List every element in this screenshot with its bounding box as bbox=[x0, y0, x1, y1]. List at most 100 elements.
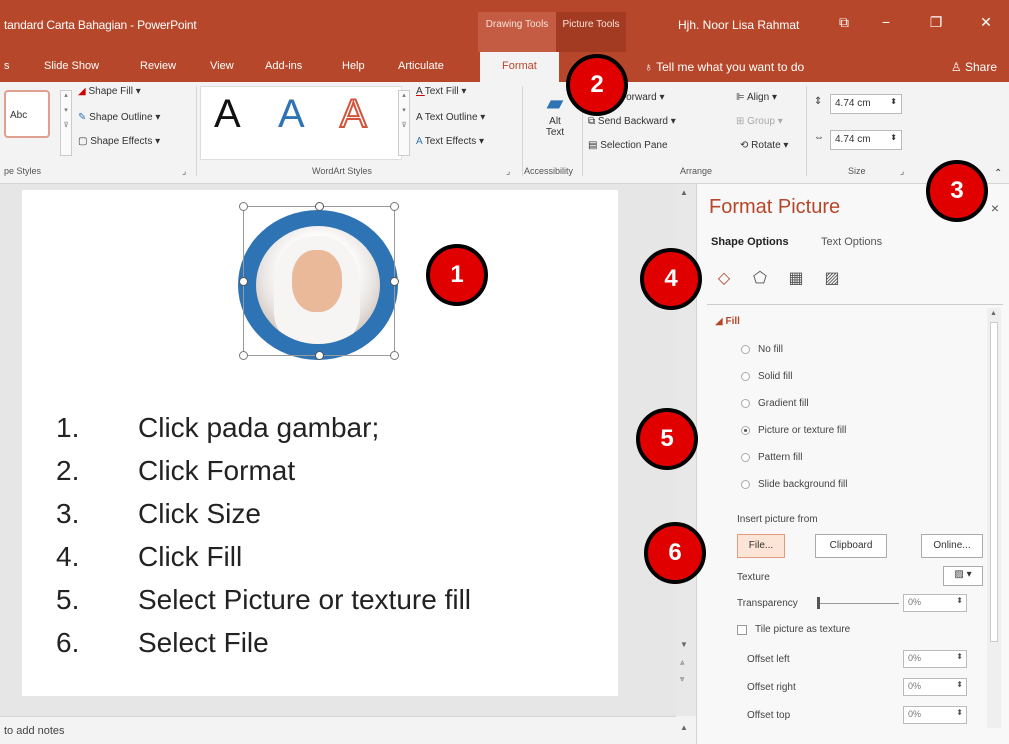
spinner-icon[interactable]: ⬍ bbox=[956, 652, 963, 661]
shape-effects-button[interactable]: ▢ Shape Effects ▾ bbox=[78, 136, 160, 147]
step-text: Click Format bbox=[138, 455, 296, 486]
resize-handle[interactable] bbox=[239, 202, 248, 211]
wordart-launcher-icon[interactable]: ⌟ bbox=[506, 166, 510, 177]
size-launcher-icon[interactable]: ⌟ bbox=[900, 166, 904, 177]
texture-picker[interactable]: ▨ ▾ bbox=[943, 566, 983, 586]
radio-no-fill[interactable]: No fill bbox=[741, 344, 783, 355]
share-button[interactable]: ♙ Share bbox=[951, 60, 997, 74]
transparency-slider-thumb[interactable] bbox=[817, 597, 820, 609]
user-name[interactable]: Hjh. Noor Lisa Rahmat bbox=[678, 18, 799, 32]
text-effects-button[interactable]: A Text Effects ▾ bbox=[416, 136, 484, 147]
resize-handle[interactable] bbox=[390, 202, 399, 211]
fill-line-icon[interactable]: ◇ bbox=[713, 268, 735, 290]
shape-width-field[interactable]: 4.74 cm ⬍ bbox=[830, 130, 902, 150]
width-spinner-icon[interactable]: ⬍ bbox=[890, 133, 897, 142]
drawing-tools-context-tab[interactable]: Drawing Tools bbox=[478, 12, 556, 52]
maximize-button[interactable]: ❐ bbox=[926, 14, 946, 31]
resize-handle[interactable] bbox=[239, 277, 248, 286]
resize-handle[interactable] bbox=[315, 351, 324, 360]
close-button[interactable]: ✕ bbox=[976, 14, 996, 31]
resize-handle[interactable] bbox=[390, 277, 399, 286]
notes-pane[interactable]: to add notes ▲ bbox=[0, 716, 688, 744]
radio-icon bbox=[741, 399, 750, 408]
shape-styles-launcher-icon[interactable]: ⌟ bbox=[182, 166, 186, 177]
tab-format[interactable]: Format bbox=[480, 52, 559, 82]
shape-height-field[interactable]: 4.74 cm ⬍ bbox=[830, 94, 902, 114]
offset-right-label: Offset right bbox=[747, 682, 796, 693]
shape-outline-button[interactable]: ✎ Shape Outline ▾ bbox=[78, 112, 160, 123]
tab-slide-show[interactable]: Slide Show bbox=[44, 60, 99, 72]
next-slide-icon[interactable]: ⩔ bbox=[680, 674, 685, 684]
size-properties-icon[interactable]: ▦ bbox=[785, 268, 807, 290]
wordart-style-outline[interactable]: A bbox=[339, 91, 368, 137]
pane-close-icon[interactable]: × bbox=[991, 200, 999, 216]
send-backward-button[interactable]: ⧉ Send Backward ▾ bbox=[588, 116, 676, 127]
group-button[interactable]: ⊞ Group ▾ bbox=[736, 116, 783, 127]
effects-pentagon-icon[interactable]: ⬠ bbox=[749, 268, 771, 290]
wordart-style-blue[interactable]: A bbox=[278, 92, 305, 137]
transparency-slider[interactable] bbox=[817, 603, 899, 604]
online-button[interactable]: Online... bbox=[921, 534, 983, 558]
resize-handle[interactable] bbox=[390, 351, 399, 360]
resize-handle[interactable] bbox=[239, 351, 248, 360]
shape-style-preset[interactable]: Abc bbox=[4, 90, 50, 138]
scroll-down-icon[interactable]: ▼ bbox=[680, 640, 688, 649]
offset-left-field[interactable]: 0% ⬍ bbox=[903, 650, 967, 668]
tab-help[interactable]: Help bbox=[342, 60, 365, 72]
clipboard-button[interactable]: Clipboard bbox=[815, 534, 887, 558]
tab-articulate[interactable]: Articulate bbox=[398, 60, 444, 72]
transparency-value: 0% bbox=[908, 597, 922, 607]
spinner-icon[interactable]: ⬍ bbox=[956, 708, 963, 717]
tab-text-options[interactable]: Text Options bbox=[821, 236, 882, 248]
tab-insert-partial[interactable]: s bbox=[4, 60, 10, 72]
wordart-styles-group-label: WordArt Styles bbox=[312, 166, 372, 176]
radio-slide-background-fill[interactable]: Slide background fill bbox=[741, 479, 848, 490]
shape-fill-button[interactable]: ◢ Shape Fill ▾ bbox=[78, 86, 141, 97]
radio-icon bbox=[741, 372, 750, 381]
pane-scrollbar[interactable]: ▲ bbox=[987, 308, 1001, 728]
insert-picture-from-label: Insert picture from bbox=[737, 514, 818, 525]
minimize-button[interactable]: − bbox=[876, 14, 896, 30]
picture-tools-context-tab[interactable]: Picture Tools bbox=[556, 12, 626, 52]
rotate-button[interactable]: ⟲ Rotate ▾ bbox=[740, 140, 788, 151]
radio-gradient-fill[interactable]: Gradient fill bbox=[741, 398, 809, 409]
radio-picture-texture-fill[interactable]: Picture or texture fill bbox=[741, 425, 846, 436]
alt-text-label-1: Alt bbox=[549, 116, 561, 127]
spinner-icon[interactable]: ⬍ bbox=[956, 680, 963, 689]
file-button[interactable]: File... bbox=[737, 534, 785, 558]
pane-scroll-up-icon[interactable]: ▲ bbox=[990, 310, 997, 317]
text-outline-icon: A bbox=[416, 112, 425, 123]
tile-picture-checkbox[interactable]: Tile picture as texture bbox=[737, 624, 850, 635]
notes-scroll-up-icon[interactable]: ▲ bbox=[680, 723, 688, 732]
radio-pattern-fill[interactable]: Pattern fill bbox=[741, 452, 802, 463]
wordart-gallery-scroll[interactable]: ▴ ▾ ⊽ bbox=[398, 90, 410, 156]
tab-shape-options[interactable]: Shape Options bbox=[711, 236, 789, 248]
collapse-ribbon-icon[interactable]: ⌃ bbox=[994, 168, 1002, 179]
tab-view[interactable]: View bbox=[210, 60, 234, 72]
tab-add-ins[interactable]: Add-ins bbox=[265, 60, 302, 72]
tab-review[interactable]: Review bbox=[140, 60, 176, 72]
resize-handle[interactable] bbox=[315, 202, 324, 211]
height-spinner-icon[interactable]: ⬍ bbox=[890, 97, 897, 106]
callout-3: 3 bbox=[926, 160, 988, 222]
pane-scroll-thumb[interactable] bbox=[990, 322, 998, 642]
radio-solid-fill[interactable]: Solid fill bbox=[741, 371, 792, 382]
previous-slide-icon[interactable]: ⩓ bbox=[680, 658, 685, 668]
notes-placeholder: to add notes bbox=[4, 725, 65, 737]
transparency-field[interactable]: 0% ⬍ bbox=[903, 594, 967, 612]
text-fill-button[interactable]: A Text Fill ▾ bbox=[416, 86, 466, 97]
selection-pane-button[interactable]: ▤ Selection Pane bbox=[588, 140, 668, 151]
tell-me-search[interactable]: ♁ Tell me what you want to do bbox=[644, 60, 804, 74]
align-button[interactable]: ⊫ Align ▾ bbox=[736, 92, 777, 103]
offset-right-field[interactable]: 0% ⬍ bbox=[903, 678, 967, 696]
fill-section-header[interactable]: ◢ Fill bbox=[715, 316, 740, 327]
picture-icon[interactable]: ▨ bbox=[821, 268, 843, 290]
scroll-up-icon[interactable]: ▲ bbox=[680, 188, 688, 197]
text-outline-button[interactable]: A Text Outline ▾ bbox=[416, 112, 485, 123]
send-backward-icon: ⧉ bbox=[588, 116, 598, 127]
ribbon-display-icon[interactable]: ⧉ bbox=[834, 14, 854, 31]
shape-styles-gallery-scroll[interactable]: ▴ ▾ ⊽ bbox=[60, 90, 72, 156]
spinner-icon[interactable]: ⬍ bbox=[956, 596, 963, 605]
wordart-style-black[interactable]: A bbox=[214, 92, 241, 137]
offset-top-field[interactable]: 0% ⬍ bbox=[903, 706, 967, 724]
